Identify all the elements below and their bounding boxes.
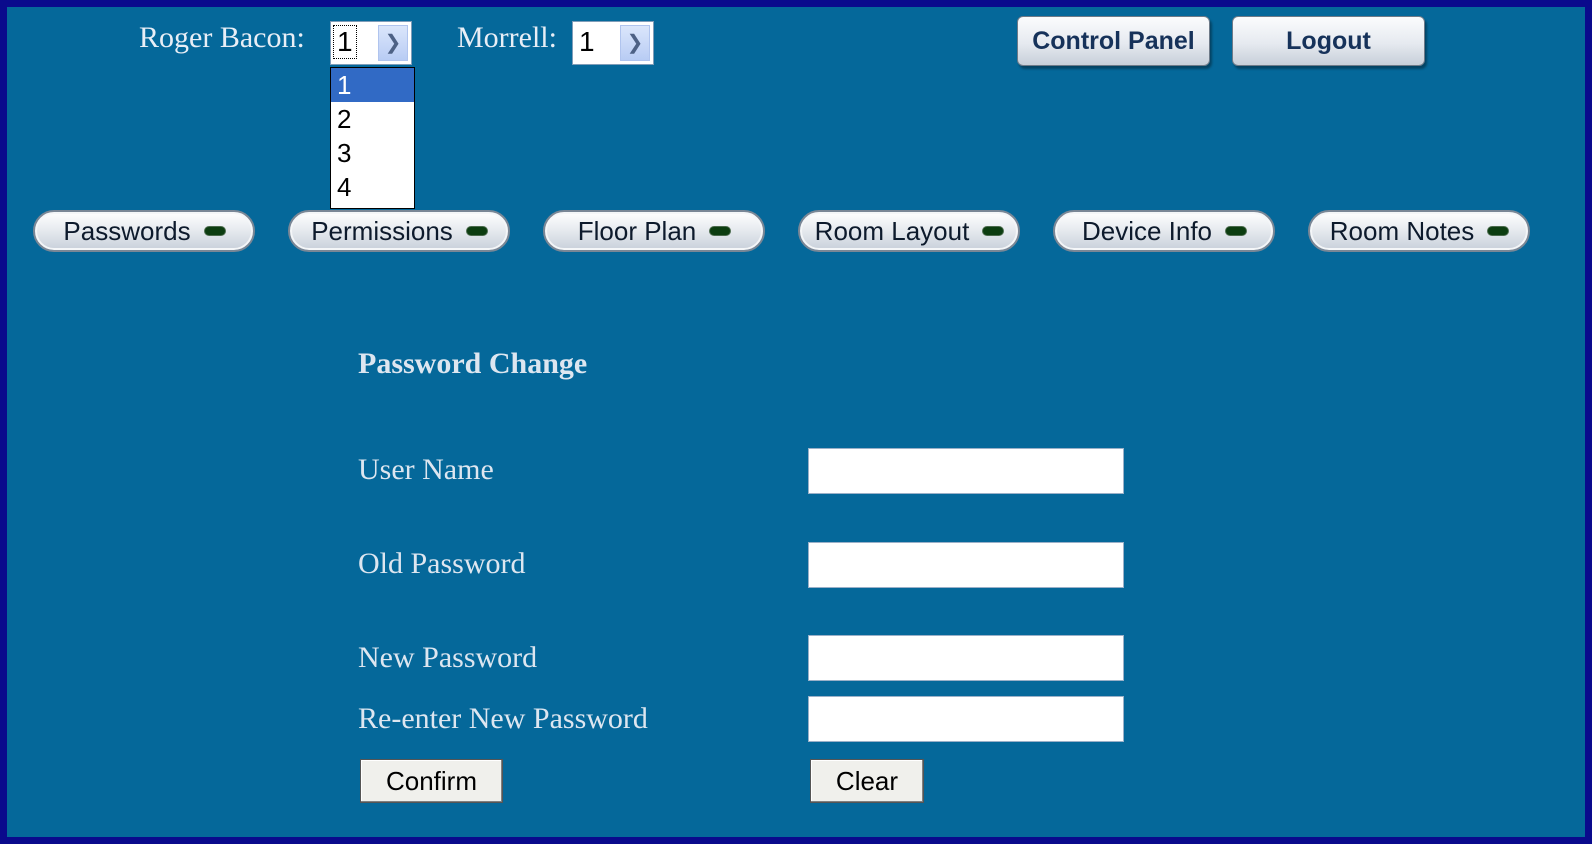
morrell-select-value: 1 — [579, 26, 595, 57]
clear-button[interactable]: Clear — [810, 759, 924, 803]
dropdown-option[interactable]: 4 — [331, 170, 414, 204]
roger-bacon-select-value: 1 — [333, 25, 357, 59]
roger-bacon-dropdown-list: 1 2 3 4 — [330, 67, 415, 209]
user-name-input[interactable] — [808, 448, 1124, 494]
dropdown-option[interactable]: 3 — [331, 136, 414, 170]
nav-permissions[interactable]: Permissions — [288, 210, 510, 252]
confirm-button[interactable]: Confirm — [360, 759, 503, 803]
logout-button[interactable]: Logout — [1232, 16, 1425, 66]
nav-room-layout[interactable]: Room Layout — [798, 210, 1020, 252]
roger-bacon-select[interactable]: 1 ❯ — [330, 21, 412, 65]
nav-label: Floor Plan — [577, 215, 697, 246]
chevron-down-icon[interactable]: ❯ — [378, 25, 408, 61]
nav-label: Room Notes — [1329, 215, 1475, 246]
led-indicator-icon — [204, 227, 225, 235]
dropdown-option[interactable]: 2 — [331, 102, 414, 136]
new-password-input[interactable] — [808, 635, 1124, 681]
new-password-label: New Password — [358, 641, 538, 674]
led-indicator-icon — [1488, 227, 1509, 235]
old-password-label: Old Password — [358, 547, 526, 580]
page: Roger Bacon: 1 ❯ 1 2 3 4 Morrell: 1 ❯ Co… — [7, 7, 1585, 837]
chevron-down-icon[interactable]: ❯ — [620, 25, 650, 61]
nav-label: Passwords — [63, 215, 191, 246]
reenter-password-label: Re-enter New Password — [358, 702, 648, 735]
form-title: Password Change — [358, 347, 588, 380]
nav-device-info[interactable]: Device Info — [1053, 210, 1275, 252]
control-panel-button[interactable]: Control Panel — [1017, 16, 1210, 66]
morrell-select[interactable]: 1 ❯ — [572, 21, 654, 65]
nav-label: Permissions — [311, 215, 453, 246]
nav-room-notes[interactable]: Room Notes — [1308, 210, 1530, 252]
led-indicator-icon — [983, 227, 1004, 235]
led-indicator-icon — [710, 227, 731, 235]
nav-passwords[interactable]: Passwords — [33, 210, 255, 252]
led-indicator-icon — [1226, 227, 1247, 235]
led-indicator-icon — [466, 227, 487, 235]
nav-label: Device Info — [1081, 215, 1213, 246]
roger-bacon-label: Roger Bacon: — [139, 21, 305, 54]
morrell-label: Morrell: — [457, 21, 557, 54]
nav-floor-plan[interactable]: Floor Plan — [543, 210, 765, 252]
user-name-label: User Name — [358, 453, 494, 486]
dropdown-option[interactable]: 1 — [331, 68, 414, 102]
old-password-input[interactable] — [808, 542, 1124, 588]
nav-label: Room Layout — [814, 215, 970, 246]
reenter-password-input[interactable] — [808, 696, 1124, 742]
